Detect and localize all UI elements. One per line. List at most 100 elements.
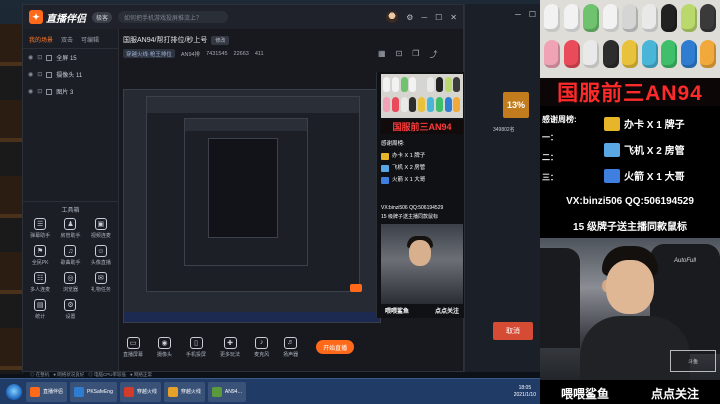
tool-item[interactable]: ⚙ 设置 [55,299,85,320]
scene-checkbox[interactable] [46,71,53,78]
eye-icon[interactable]: ◉ [28,71,33,78]
gaming-chair-left [540,248,580,348]
minimize-icon[interactable]: ─ [515,10,521,19]
mouse-product [400,97,408,112]
participant-count: 349802名 [493,127,515,133]
caption-right: 点点关注 [650,386,699,401]
gift-label: 办卡 X 1 牌子 [624,120,685,131]
taskbar-label: PKSafeEng [87,388,113,395]
tray-date: 2021/1/10 [513,391,536,398]
preview-taskbar [124,312,380,322]
scene-item[interactable]: ◉ ⊡ 摄像头 11 [23,66,118,83]
grid-icon[interactable]: ▦ [378,49,386,60]
taskbar-button[interactable]: 穿越火线 [163,381,205,402]
tool-item[interactable]: ♫ 歌曲助手 [55,245,85,266]
taskbar-button[interactable]: AN94… [207,381,247,402]
scene-checkbox[interactable] [46,54,53,61]
windows-taskbar: 直播伴侣 PKSafeEng 穿越火线 穿越火线 AN94… 18:05 2021/1/… [0,378,540,404]
mini-contact: VX:binzi506 QQ:506194529 15 级牌子送主播同款鼠标 [381,204,463,222]
tab-editable[interactable]: 可编辑 [81,35,99,44]
start-live-button[interactable]: 开始直播 [316,340,355,354]
taskbar-button[interactable]: PKSafeEng [70,381,117,402]
tool-item[interactable]: ☰ 弹幕助手 [25,218,55,239]
minimize-icon[interactable]: ─ [421,13,427,22]
app-icon [123,386,134,397]
version-badge[interactable]: 极客 [92,11,113,23]
taskbar-label: 穿越火线 [136,389,157,395]
control-item[interactable]: ▯ 手机投屏 [186,336,206,358]
tool-icon: ☺ [94,245,107,257]
tool-item[interactable]: ☷ 多人连麦 [25,272,55,293]
gift-row: 办卡 X 1 牌子 [604,116,685,131]
game-category-tag[interactable]: 穿越火线·枪王排位 [123,49,175,58]
start-button[interactable] [6,383,22,400]
bottom-controls: ▭ 直播屏幕 ◉ 摄像头 ▯ 手机投屏 ✚ 更多玩法 ♪ 麦克风 ♬ 扬声器 开始直播 [123,327,463,367]
lock-icon[interactable]: ⊡ [37,71,42,78]
app-name: 直播伴侣 [46,13,86,25]
streamer-face [606,260,654,314]
edit-title-button[interactable]: 修改 [211,35,230,45]
lock-icon[interactable]: ⊡ [396,49,403,60]
room-header: 国服AN94/帮打排位/秒上号 修改 穿越火线·枪王排位 AN94排 74315… [123,35,363,75]
taskbar-button[interactable]: 直播伴侣 [26,381,68,402]
tool-item[interactable]: ♟ 房管助手 [55,218,85,239]
control-item[interactable]: ✚ 更多玩法 [220,336,240,358]
scene-item[interactable]: ◉ ⊡ 全屏 15 [23,49,118,66]
taskbar-button[interactable]: 穿越火线 [119,381,161,402]
scene-label: 全屏 15 [56,56,77,62]
help-search-bar[interactable]: 如何把手机游戏投屏推流上？ [118,11,229,23]
room-title: 国服AN94/帮打排位/秒上号 修改 [123,35,363,45]
lock-icon[interactable]: ⊡ [37,88,42,95]
mouse-product [602,40,619,68]
mini-gift-row: 火箭 X 1 大哥 [381,174,463,186]
app-icon [167,386,178,397]
mouse-product [444,77,452,92]
tool-item[interactable]: ✉ 礼物任务 [86,272,116,293]
app-logo: ✦ 直播伴侣 [29,10,86,25]
mouse-showcase-image [540,0,720,78]
tab-my-scenes[interactable]: 我的场景 [29,35,53,44]
tool-label: 全民PK [31,260,49,266]
taskbar-label: 直播伴侣 [43,389,64,395]
mini-gift-row: 办卡 X 1 牌子 [381,150,463,162]
toolbox-grid: ☰ 弹幕助手 ♟ 房管助手 ▣ 视频连麦 ⚑ 全民PK ♫ 歌曲助手 ☺ 头像直播 ☷ 多人连麦 ◎ 浏览器 ✉… [23,218,118,320]
maximize-icon[interactable]: ☐ [435,13,442,22]
rocket-gift-icon [604,168,620,183]
chair-brand: AutoFull [674,258,697,264]
tool-item[interactable]: ⚑ 全民PK [25,245,55,266]
eye-icon[interactable]: ◉ [28,88,33,95]
cancel-button[interactable]: 取消 [493,322,533,340]
live-preview-canvas[interactable] [123,89,381,323]
user-avatar[interactable] [386,11,399,23]
scene-item[interactable]: ◉ ⊡ 图片 3 [23,83,118,100]
copy-icon[interactable]: ❐ [412,49,419,60]
control-label: 摄像头 [157,351,173,358]
lock-icon[interactable]: ⊡ [37,54,42,61]
control-item[interactable]: ◉ 摄像头 [157,336,173,358]
tool-item[interactable]: ◎ 浏览器 [55,272,85,293]
close-icon[interactable]: ✕ [450,13,457,22]
mouse-product [427,77,434,92]
tool-item[interactable]: ☺ 头像直播 [86,245,116,266]
gift-label: 飞机 X 2 房管 [624,146,685,157]
settings-icon[interactable]: ⚙ [406,13,413,22]
eye-icon[interactable]: ◉ [28,54,33,61]
tool-item[interactable]: ▤ 统计 [25,299,55,320]
plane-gift-icon [381,164,389,172]
tool-item[interactable]: ▣ 视频连麦 [86,218,116,239]
system-tray-clock[interactable]: 18:05 2021/1/10 [514,385,536,399]
mini-gift-label: 飞机 X 2 房管 [392,165,426,171]
control-item[interactable]: ♬ 扬声器 [283,336,298,358]
mouse-product [409,97,417,112]
tool-label: 统计 [35,314,46,320]
share-icon[interactable]: ⤴ [429,49,437,60]
tab-double-click[interactable]: 双击 [61,35,73,44]
preview-start-button [350,284,362,292]
control-item[interactable]: ♪ 麦克风 [254,336,269,358]
card-gift-icon [381,152,389,160]
control-item[interactable]: ▭ 直播屏幕 [123,336,143,358]
background-window: ─ ☐ 13% 349802名 取消 [464,4,540,372]
mouse-product [444,97,452,112]
maximize-icon[interactable]: ☐ [529,10,536,19]
scene-checkbox[interactable] [46,88,53,95]
